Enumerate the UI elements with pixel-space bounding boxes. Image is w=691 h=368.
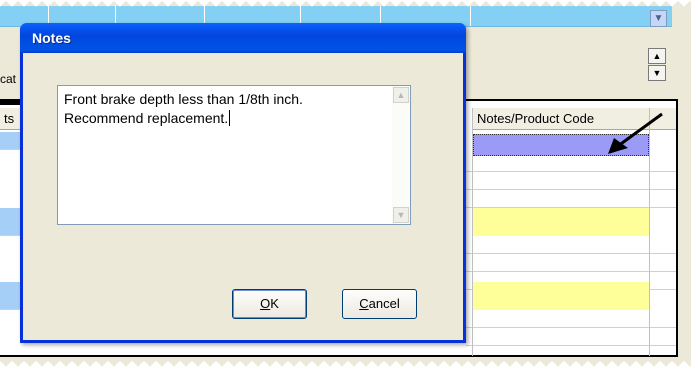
ok-label-rest: K [270, 296, 279, 311]
scroll-up-button[interactable]: ▲ [648, 48, 666, 64]
partial-label-ts: ts [4, 111, 15, 126]
arrow-up-icon: ▲ [652, 51, 662, 61]
dialog-title: Notes [32, 30, 71, 46]
table-row[interactable] [466, 190, 676, 208]
cancel-mnemonic: C [359, 296, 369, 311]
dialog-titlebar[interactable]: Notes [20, 23, 466, 53]
pointer-arrow-icon [608, 112, 663, 154]
grid-column-divider [472, 108, 473, 356]
cancel-label-rest: ancel [368, 296, 400, 311]
notes-textarea[interactable]: Front brake depth less than 1/8th inch. … [57, 85, 411, 225]
notes-text-line-1: Front brake depth less than 1/8th inch. [64, 91, 303, 107]
scroll-up-arrow-icon[interactable]: ▲ [393, 87, 409, 103]
grid-top-border [0, 99, 20, 105]
table-row[interactable] [466, 310, 676, 328]
notes-cell[interactable] [473, 282, 649, 310]
notes-cell[interactable] [473, 208, 649, 236]
torn-edge-bottom [0, 358, 691, 368]
table-row[interactable] [0, 282, 20, 310]
scroll-down-arrow-icon[interactable]: ▼ [393, 207, 409, 223]
table-row[interactable] [466, 172, 676, 190]
ok-button[interactable]: OK [232, 289, 307, 319]
partial-label-cat: cat [0, 72, 17, 86]
table-row[interactable] [0, 208, 20, 236]
dropdown-button[interactable]: ▼ [650, 10, 667, 27]
notes-scrollbar[interactable]: ▲ ▼ [392, 86, 410, 224]
chevron-down-icon: ▼ [653, 13, 664, 24]
table-row[interactable] [466, 236, 676, 254]
scroll-down-button[interactable]: ▼ [648, 65, 666, 81]
torn-edge-top [0, 0, 691, 8]
table-row[interactable] [466, 328, 676, 346]
table-row[interactable] [466, 254, 676, 272]
notes-text-line-2: Recommend replacement. [64, 110, 229, 126]
cancel-button[interactable]: Cancel [342, 289, 417, 319]
arrow-down-icon: ▼ [652, 68, 662, 78]
notes-header-label: Notes/Product Code [477, 111, 595, 126]
notes-dialog: Notes Front brake depth less than 1/8th … [20, 23, 466, 343]
ok-mnemonic: O [260, 296, 271, 311]
text-cursor [229, 110, 231, 126]
